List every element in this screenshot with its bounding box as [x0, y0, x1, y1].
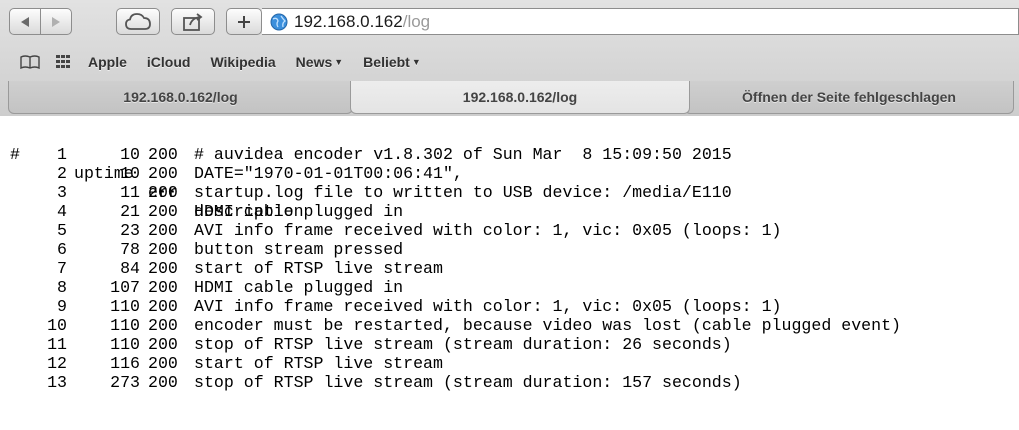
tab-2-active[interactable]: 192.168.0.162/log: [350, 81, 690, 114]
top-sites-icon[interactable]: [56, 55, 74, 69]
row-description: # auvidea encoder v1.8.302 of Sun Mar 8 …: [194, 145, 732, 164]
icloud-tabs-button[interactable]: [116, 8, 160, 35]
share-icon: [183, 12, 203, 31]
row-uptime: 273: [110, 373, 140, 392]
row-err: 200: [148, 297, 178, 316]
row-description: HDMI cable plugged in: [194, 202, 404, 221]
row-description: HDMI cable plugged in: [194, 278, 404, 297]
row-number: 11: [47, 335, 67, 354]
row-uptime: 21: [120, 202, 140, 221]
toolbar: 192.168.0.162/log: [0, 0, 1019, 46]
row-number: 7: [57, 259, 67, 278]
row-err: 200: [148, 240, 178, 259]
bookmarks-bar: Apple iCloud Wikipedia News ▼ Beliebt ▼: [0, 46, 1019, 78]
row-err: 200: [148, 164, 178, 183]
tab-3[interactable]: Öffnen der Seite fehlgeschlagen: [684, 81, 1014, 114]
log-page: # uptime err description 1 10 200 # auvidea…: [0, 116, 1019, 430]
url-host: 192.168.0.162: [294, 11, 403, 31]
row-number: 5: [57, 221, 67, 240]
row-description: button stream pressed: [194, 240, 404, 259]
share-button[interactable]: [171, 8, 215, 35]
row-description: start of RTSP live stream: [194, 354, 443, 373]
row-description: stop of RTSP live stream (stream duratio…: [194, 335, 732, 354]
forward-button[interactable]: [40, 8, 72, 35]
bookmark-wikipedia[interactable]: Wikipedia: [210, 54, 275, 70]
forward-icon: [52, 16, 60, 27]
globe-icon: [270, 13, 288, 30]
row-uptime: 10: [120, 164, 140, 183]
row-description: stop of RTSP live stream (stream duratio…: [194, 373, 742, 392]
bookmark-apple[interactable]: Apple: [88, 54, 127, 70]
bookmark-news-folder[interactable]: News ▼: [296, 54, 344, 70]
row-number: 12: [47, 354, 67, 373]
row-number: 1: [57, 145, 67, 164]
row-uptime: 78: [120, 240, 140, 259]
tab-1[interactable]: 192.168.0.162/log: [8, 81, 353, 114]
row-err: 200: [148, 354, 178, 373]
row-uptime: 10: [120, 145, 140, 164]
bookmark-news-label: News: [295, 54, 333, 70]
row-number: 10: [47, 316, 67, 335]
url-path: /log: [402, 11, 431, 31]
log-header: # uptime err description: [0, 126, 304, 221]
back-icon: [21, 16, 29, 27]
plus-icon: [238, 15, 250, 28]
row-uptime: 110: [110, 316, 140, 335]
row-uptime: 110: [110, 335, 140, 354]
row-err: 200: [148, 145, 178, 164]
row-number: 3: [57, 183, 67, 202]
bookmark-beliebt-label: Beliebt: [363, 54, 410, 70]
row-description: AVI info frame received with color: 1, v…: [194, 297, 782, 316]
row-err: 200: [148, 202, 178, 221]
row-description: DATE="1970-01-01T00:06:41",: [194, 164, 463, 183]
row-number: 13: [47, 373, 67, 392]
log-text: # uptime err description 1 10 200 # auvidea…: [0, 116, 1019, 392]
header-num: #: [10, 145, 20, 164]
chevron-down-icon: ▼: [334, 57, 344, 67]
row-number: 8: [57, 278, 67, 297]
chevron-down-icon: ▼: [411, 57, 421, 67]
cloud-icon: [125, 12, 151, 30]
bookmark-beliebt-folder[interactable]: Beliebt ▼: [363, 54, 421, 70]
row-description: startup.log file to written to USB devic…: [194, 183, 732, 202]
back-button[interactable]: [9, 8, 41, 35]
row-err: 200: [148, 335, 178, 354]
row-uptime: 84: [120, 259, 140, 278]
address-bar[interactable]: 192.168.0.162/log: [262, 8, 1019, 35]
row-number: 2: [57, 164, 67, 183]
row-number: 6: [57, 240, 67, 259]
bookmark-icloud[interactable]: iCloud: [147, 54, 191, 70]
row-uptime: 23: [120, 221, 140, 240]
add-button[interactable]: [226, 8, 262, 35]
row-err: 200: [148, 373, 178, 392]
row-uptime: 11: [120, 183, 140, 202]
row-uptime: 107: [110, 278, 140, 297]
row-number: 9: [57, 297, 67, 316]
row-err: 200: [148, 316, 178, 335]
row-description: AVI info frame received with color: 1, v…: [194, 221, 782, 240]
row-description: encoder must be restarted, because video…: [194, 316, 902, 335]
browser-chrome: 192.168.0.162/log Apple iCloud Wikipedia…: [0, 0, 1019, 117]
row-uptime: 110: [110, 297, 140, 316]
row-err: 200: [148, 278, 178, 297]
row-uptime: 116: [110, 354, 140, 373]
row-err: 200: [148, 183, 178, 202]
row-err: 200: [148, 221, 178, 240]
reading-list-icon[interactable]: [20, 55, 40, 69]
row-number: 4: [57, 202, 67, 221]
tab-bar: 192.168.0.162/log Öffnen der Seite fehlg…: [0, 80, 1019, 116]
row-err: 200: [148, 259, 178, 278]
row-description: start of RTSP live stream: [194, 259, 443, 278]
